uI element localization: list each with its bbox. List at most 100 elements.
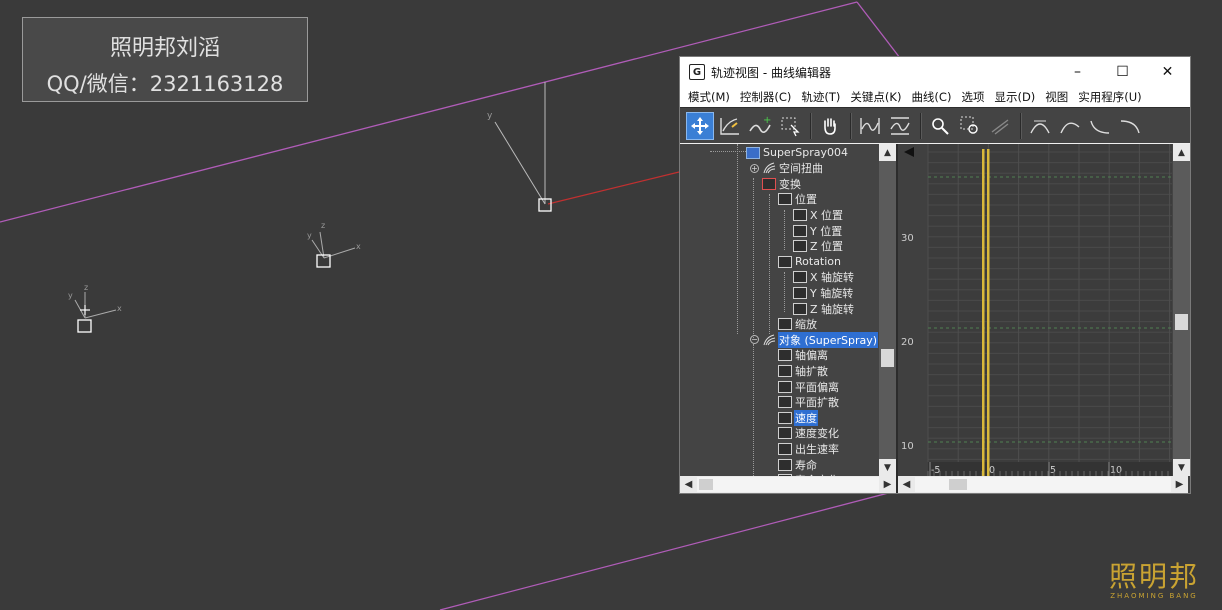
tree-horizontal-scrollbar[interactable]: ◀ ▶ — [680, 476, 896, 493]
tree-item[interactable]: 位置 — [778, 192, 818, 207]
track-icon — [778, 458, 792, 471]
tree-item-label: 空间扭曲 — [779, 162, 823, 176]
scroll-down-icon[interactable]: ▼ — [1173, 459, 1190, 476]
time-slider-bar[interactable] — [982, 149, 985, 476]
tree-item[interactable]: Y 轴旋转 — [793, 285, 854, 300]
svg-text:y: y — [68, 291, 73, 300]
menu-controller[interactable]: 控制器(C) — [736, 89, 796, 105]
tree-item[interactable]: Z 位置 — [793, 239, 844, 254]
scroll-up-icon[interactable]: ▲ — [1173, 144, 1190, 161]
tree-item[interactable]: X 轴旋转 — [793, 270, 855, 285]
x-tick-label: -5 — [931, 465, 940, 476]
minimize-button[interactable]: – — [1055, 57, 1100, 87]
tangent-spline-tool[interactable] — [1056, 112, 1084, 140]
zoom-region-tool[interactable] — [956, 112, 984, 140]
scroll-right-icon[interactable]: ▶ — [1171, 476, 1188, 493]
menu-tracks[interactable]: 轨迹(T) — [797, 89, 844, 105]
frame-value-tool[interactable] — [886, 112, 914, 140]
tangent-slow-icon — [1120, 119, 1140, 133]
tangent-slow-tool[interactable] — [1116, 112, 1144, 140]
track-icon — [793, 224, 807, 237]
frame-horizontal-tool[interactable] — [856, 112, 884, 140]
scroll-down-icon[interactable]: ▼ — [879, 459, 896, 476]
region-tool[interactable] — [776, 112, 804, 140]
scroll-thumb[interactable] — [881, 349, 894, 367]
transform-icon — [762, 177, 776, 190]
track-icon — [778, 427, 792, 440]
zoom-icon — [932, 117, 949, 135]
maximize-button[interactable]: ☐ — [1100, 57, 1145, 87]
scroll-thumb[interactable] — [949, 479, 967, 490]
tree-item[interactable]: 寿命 — [778, 457, 818, 472]
tree-item[interactable]: Rotation — [778, 254, 842, 269]
tree-item[interactable]: 轴偏离 — [778, 348, 829, 363]
emitter-gizmo-2[interactable]: y z x — [307, 221, 361, 268]
title-bar[interactable]: G 轨迹视图 - 曲线编辑器 – ☐ ✕ — [680, 57, 1190, 87]
toolbar: + — [680, 107, 1190, 143]
time-slider-bar[interactable] — [987, 149, 990, 476]
logo-cn: 照明邦 — [1108, 560, 1199, 593]
tangent-fast-tool[interactable] — [1086, 112, 1114, 140]
menu-mode[interactable]: 模式(M) — [684, 89, 734, 105]
add-key-tool[interactable]: + — [746, 112, 774, 140]
isolate-curve-tool[interactable] — [986, 112, 1014, 140]
menu-keys[interactable]: 关键点(K) — [846, 89, 905, 105]
tree-item[interactable]: SuperSpray004 — [746, 145, 849, 160]
tree-line — [784, 272, 785, 312]
tree-item[interactable]: Y 位置 — [793, 223, 843, 238]
tree-item[interactable]: 平面偏离 — [778, 379, 840, 394]
scale-icon — [778, 318, 792, 331]
scroll-thumb[interactable] — [1175, 314, 1188, 330]
curve-graph-pane[interactable]: 30 20 10 -5 0 5 10 ▲ ▼ ◀ ▶ — [898, 144, 1190, 493]
curve-horizontal-scrollbar[interactable]: ◀ ▶ — [898, 476, 1188, 493]
tree-item[interactable]: 速度 — [778, 409, 818, 426]
tree-line — [710, 151, 746, 152]
tree-item[interactable]: − 对象 (SuperSpray) — [750, 331, 879, 348]
menu-utilities[interactable]: 实用程序(U) — [1074, 89, 1145, 105]
tree-vertical-scrollbar[interactable]: ▲ ▼ — [879, 144, 896, 476]
tree-item-label: X 位置 — [810, 208, 844, 222]
tree-item[interactable]: 缩放 — [778, 317, 818, 332]
tree-item[interactable]: 出生速率 — [778, 441, 840, 456]
controller-tree[interactable]: SuperSpray004 + 空间扭曲 变换 位置 X 位置 Y 位置 Z 位置 Rotati… — [680, 144, 880, 476]
menu-display[interactable]: 显示(D) — [990, 89, 1039, 105]
expand-toggle-icon[interactable]: − — [750, 335, 759, 345]
draw-curves-tool[interactable] — [716, 112, 744, 140]
tree-item[interactable]: + 空间扭曲 — [750, 161, 824, 176]
zoom-tool[interactable] — [926, 112, 954, 140]
frame-extents-icon — [860, 117, 880, 134]
tree-item-label: Rotation — [795, 255, 842, 269]
tree-item[interactable]: 变换 — [762, 176, 802, 191]
tree-item[interactable]: 速度变化 — [778, 426, 840, 441]
emitter-gizmo-3[interactable]: y z x — [68, 283, 122, 333]
tree-item-label: 轴偏离 — [795, 349, 828, 363]
menu-options[interactable]: 选项 — [957, 89, 988, 105]
menu-curves[interactable]: 曲线(C) — [907, 89, 955, 105]
tree-item[interactable]: X 位置 — [793, 207, 844, 222]
scroll-up-icon[interactable]: ▲ — [879, 144, 896, 161]
controller-tree-pane[interactable]: SuperSpray004 + 空间扭曲 变换 位置 X 位置 Y 位置 Z 位置 Rotati… — [680, 144, 898, 493]
curve-graph[interactable]: 302010-5 0 5 10 — [898, 144, 1172, 476]
curve-vertical-scrollbar[interactable]: ▲ ▼ — [1173, 144, 1190, 476]
close-button[interactable]: ✕ — [1145, 57, 1190, 87]
spacewarp-icon — [763, 334, 776, 345]
scroll-right-icon[interactable]: ▶ — [879, 476, 896, 493]
track-view-window[interactable]: G 轨迹视图 - 曲线编辑器 – ☐ ✕ 模式(M) 控制器(C) 轨迹(T) … — [679, 56, 1191, 494]
tree-item[interactable]: Z 轴旋转 — [793, 301, 855, 316]
spacewarp-icon — [763, 162, 776, 174]
tree-item[interactable]: 平面扩散 — [778, 395, 840, 410]
scroll-left-icon[interactable]: ◀ — [898, 476, 915, 493]
watermark-contact: QQ/微信：2321163128 — [46, 72, 284, 96]
pan-tool[interactable] — [816, 112, 844, 140]
move-keys-tool[interactable] — [686, 111, 714, 140]
grid-boundary-line — [439, 489, 901, 610]
scroll-thumb[interactable] — [699, 479, 713, 490]
grid-boundary-line — [856, 1, 901, 59]
tangent-auto-tool[interactable] — [1026, 112, 1054, 140]
menu-view[interactable]: 视图 — [1041, 89, 1072, 105]
tree-item[interactable]: 轴扩散 — [778, 363, 829, 378]
emitter-gizmo-1[interactable]: y — [487, 82, 552, 212]
expand-toggle-icon[interactable]: + — [750, 163, 759, 173]
tree-line — [784, 210, 785, 250]
scroll-left-icon[interactable]: ◀ — [680, 476, 697, 493]
